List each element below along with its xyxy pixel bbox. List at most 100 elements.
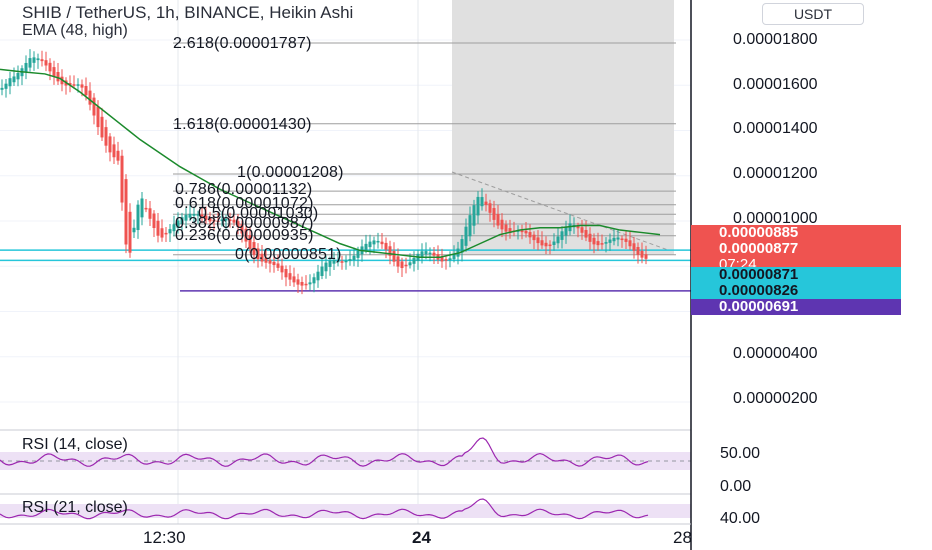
candle-body xyxy=(432,252,436,256)
candle-body xyxy=(316,271,320,281)
candle-body xyxy=(540,240,544,246)
candle-body xyxy=(160,228,164,238)
highlight-region xyxy=(452,0,674,255)
candle-body xyxy=(116,150,120,161)
candle-body xyxy=(616,237,620,240)
candle-body xyxy=(304,283,308,286)
price-label-purple: 0.00000691 xyxy=(691,299,901,315)
candle-body xyxy=(488,203,492,213)
candle-body xyxy=(148,208,152,219)
candle-body xyxy=(296,279,300,285)
candle-body xyxy=(636,247,640,255)
candle-body xyxy=(644,254,648,259)
candle-body xyxy=(104,127,108,146)
candle-body xyxy=(592,237,596,245)
candle-body xyxy=(308,282,312,285)
candle-body xyxy=(16,72,20,80)
fib-label-1618: 1.618(0.00001430) xyxy=(173,116,312,133)
candle-body xyxy=(312,277,316,284)
candle-body xyxy=(128,211,132,253)
candle-body xyxy=(600,243,604,245)
candle-body xyxy=(596,241,600,246)
candle-body xyxy=(72,84,76,86)
candle-body xyxy=(392,251,396,262)
candle-body xyxy=(492,208,496,220)
candle-body xyxy=(32,57,36,63)
candle-body xyxy=(376,240,380,243)
candle-body xyxy=(24,62,28,73)
rsi14-tick: 0.00 xyxy=(720,478,752,495)
candle-body xyxy=(628,240,632,247)
price-tick: 0.00001400 xyxy=(733,120,818,137)
price-tick: 0.00000400 xyxy=(733,345,818,362)
candle-body xyxy=(280,265,284,273)
candle-body xyxy=(108,136,112,153)
candle-body xyxy=(4,83,8,89)
candle-body xyxy=(404,264,408,267)
candle-body xyxy=(580,227,584,233)
candle-body xyxy=(384,242,388,250)
candle-body xyxy=(464,226,468,246)
fib-label-2618: 2.618(0.00001787) xyxy=(173,35,312,52)
candle-body xyxy=(132,227,136,233)
candle-body xyxy=(100,116,104,138)
candle-body xyxy=(588,233,592,242)
candle-body xyxy=(380,241,384,245)
price-tick: 0.00001800 xyxy=(733,31,818,48)
candle-body xyxy=(28,58,32,68)
candle-body xyxy=(612,237,616,242)
candle-body xyxy=(40,59,44,62)
candle-body xyxy=(412,257,416,264)
candle-body xyxy=(76,84,80,86)
candle-body xyxy=(556,236,560,244)
candle-body xyxy=(84,86,88,96)
candle-body xyxy=(560,231,564,240)
time-tick: 24 xyxy=(412,528,431,547)
candle-body xyxy=(524,230,528,234)
candle-body xyxy=(428,252,432,255)
candle-body xyxy=(500,219,504,230)
candle-body xyxy=(56,72,60,82)
currency-button[interactable]: USDT xyxy=(762,3,864,25)
candle-body xyxy=(136,204,140,231)
candle-body xyxy=(532,234,536,241)
rsi21-legend: RSI (21, close) xyxy=(22,499,128,516)
rsi14-tick: 50.00 xyxy=(720,445,761,462)
candle-body xyxy=(352,255,356,261)
rsi14-legend: RSI (14, close) xyxy=(22,436,128,453)
candle-body xyxy=(472,205,476,226)
candle-body xyxy=(480,197,484,207)
candle-body xyxy=(408,262,412,266)
price-tick: 0.00000200 xyxy=(733,390,818,407)
price-label-last: 0.00000877 xyxy=(691,241,901,257)
candle-body xyxy=(604,242,608,244)
candle-body xyxy=(48,62,52,72)
candle-body xyxy=(12,76,16,83)
candle-body xyxy=(504,224,508,232)
price-tick: 0.00001200 xyxy=(733,165,818,182)
price-tick: 0.00001600 xyxy=(733,76,818,93)
candle-body xyxy=(448,258,452,260)
candle-body xyxy=(8,78,12,87)
candle-body xyxy=(536,237,540,244)
candle-body xyxy=(520,230,524,233)
candle-body xyxy=(292,276,296,283)
candle-body xyxy=(96,106,100,128)
fib-label-0: 0(0.00000851) xyxy=(235,246,342,263)
candle-body xyxy=(156,220,160,236)
candle-body xyxy=(144,207,148,210)
candle-body xyxy=(344,260,348,263)
candle-body xyxy=(584,229,588,238)
price-label-cyan-2: 0.00000826 xyxy=(691,283,901,299)
candle-body xyxy=(496,213,500,226)
candle-body xyxy=(620,238,624,241)
candle-body xyxy=(368,241,372,248)
candle-body xyxy=(476,196,480,216)
ema-legend: EMA (48, high) xyxy=(22,22,128,39)
price-label-cyan-1: 0.00000871 xyxy=(691,267,901,283)
candle-body xyxy=(356,250,360,258)
candle-body xyxy=(484,201,488,205)
time-tick: 12:30 xyxy=(143,528,186,547)
candle-body xyxy=(364,243,368,251)
candle-body xyxy=(396,256,400,267)
